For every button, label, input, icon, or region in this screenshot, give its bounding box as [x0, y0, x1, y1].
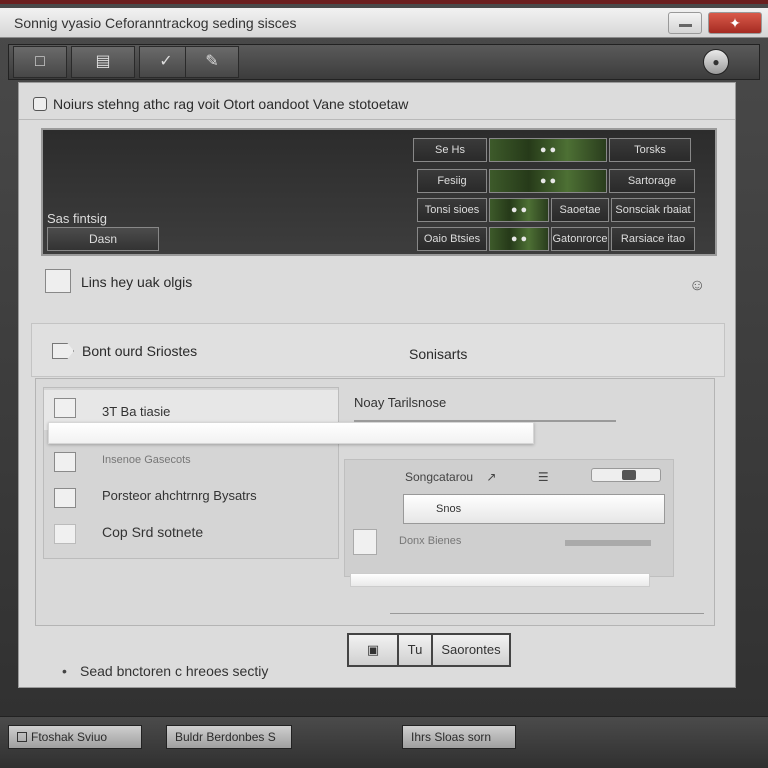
- preview-row[interactable]: Se Hs ● ● Torsks: [413, 138, 691, 162]
- pencil-icon: ✎: [205, 53, 219, 70]
- divider: [354, 420, 616, 422]
- bullet-icon: •: [62, 663, 67, 679]
- preview-row[interactable]: Tonsi sioes ● ● Saoetae Sonsciak rbaiat: [417, 198, 695, 222]
- arrow-icon: ↗: [486, 470, 497, 484]
- list-item-label: Insenoe Gasecots: [102, 454, 191, 466]
- header-icon: [33, 97, 47, 111]
- image-icon: [353, 529, 377, 555]
- row-cell-value: Saoetae: [551, 198, 609, 222]
- details-input[interactable]: Snos: [403, 494, 665, 524]
- icon-button[interactable]: ▣: [347, 633, 399, 667]
- details-row-option[interactable]: Donx Bienes: [353, 529, 462, 555]
- divider: [390, 613, 704, 614]
- dark-area-label: Sas fintsig: [47, 211, 107, 226]
- frame-icon: ▣: [366, 642, 380, 657]
- window-title: Sonnig vyasio Ceforanntrackog seding sis…: [14, 15, 297, 31]
- check-icon: ✓: [159, 53, 173, 70]
- file-icon: [54, 452, 76, 472]
- toolbar-button-list[interactable]: ▤: [71, 46, 135, 78]
- content-box: 3T Ba tiasie Insenoe Gasecots Porsteor a…: [35, 378, 715, 679]
- menu-icon[interactable]: ☰: [538, 470, 549, 484]
- list-item[interactable]: Porsteor ahchtrnrg Bysatrs: [44, 484, 338, 514]
- list-item-label: 3T Ba tiasie: [102, 404, 171, 419]
- row-cell-label: Oaio Btsies: [417, 227, 487, 251]
- toolbar-button-window[interactable]: □: [13, 46, 67, 78]
- list-item[interactable]: Insenoe Gasecots: [44, 450, 338, 480]
- close-button[interactable]: ✦: [708, 12, 762, 34]
- progress-bar: [350, 573, 650, 587]
- slider[interactable]: [565, 540, 651, 546]
- section-left-label: Bont ourd Sriostes: [82, 343, 198, 359]
- list-icon: ▤: [95, 53, 111, 70]
- record-icon: ●: [712, 55, 720, 69]
- smiley-icon[interactable]: ☺: [689, 277, 705, 295]
- share-icon: [54, 524, 76, 544]
- window-icon: □: [35, 53, 45, 70]
- details-row-option-text: Donx Bienes: [399, 535, 462, 547]
- details-inner: Songcatarou ↗ ☰ Snos Donx Bienes: [344, 459, 674, 577]
- list-item[interactable]: Cop Srd sotnete: [44, 520, 338, 550]
- list-item-label: Cop Srd sotnete: [102, 524, 204, 540]
- preview-row[interactable]: Fesiig ● ● Sartorage: [417, 169, 695, 193]
- status-button-3[interactable]: Ihrs Sloas sorn: [402, 725, 516, 749]
- panel-header: Noiurs stehng athc rag voit Otort oandoo…: [33, 96, 408, 112]
- mail-icon: [54, 488, 76, 508]
- row-cell-value: Torsks: [609, 138, 691, 162]
- hint-text: Lins hey uak olgis: [81, 274, 193, 290]
- hint-row: Lins hey uak olgis: [45, 269, 192, 293]
- section-left[interactable]: Bont ourd Sriostes: [52, 343, 197, 359]
- row-cell-label: Tonsi sioes: [417, 198, 487, 222]
- toolbar-round-button[interactable]: ●: [703, 49, 729, 75]
- details-panel: Noay Tarilsnose Songcatarou ↗ ☰ Snos Don…: [342, 387, 704, 614]
- open-button[interactable]: Dasn: [47, 227, 159, 251]
- document-icon: [45, 269, 71, 293]
- options-list: 3T Ba tiasie Insenoe Gasecots Porsteor a…: [43, 387, 339, 559]
- row-thumbnail: ● ●: [489, 169, 607, 193]
- row-cell-label: Se Hs: [413, 138, 487, 162]
- dark-preview-area: Sas fintsig Dasn Se Hs ● ● Torsks Fesiig…: [41, 128, 717, 256]
- details-row-label: Songcatarou ↗ ☰: [405, 470, 549, 484]
- tu-button[interactable]: Tu: [397, 633, 433, 667]
- row-thumbnail: ● ●: [489, 198, 549, 222]
- details-row-text: Songcatarou: [405, 470, 474, 484]
- row-thumbnail: ● ●: [489, 138, 607, 162]
- footer-text: Sead bnctoren c hreoes sectiy: [80, 663, 269, 679]
- status-button-1-label: Ftoshak Sviuo: [31, 730, 108, 744]
- row-cell-value: Gatonrorce: [551, 227, 609, 251]
- main-panel: Noiurs stehng athc rag voit Otort oandoo…: [18, 82, 736, 688]
- status-bar: Ftoshak Sviuo Buldr Berdonbes S Ihrs Slo…: [0, 716, 768, 768]
- details-title: Noay Tarilsnose: [354, 395, 447, 410]
- title-bar: Sonnig vyasio Ceforanntrackog seding sis…: [0, 8, 768, 38]
- panel-header-text: Noiurs stehng athc rag voit Otort oandoo…: [53, 96, 409, 112]
- divider: [19, 119, 735, 120]
- toolbar: □ ▤ ✓ ✎ ●: [8, 44, 760, 80]
- section-header: Bont ourd Sriostes Sonisarts: [31, 323, 725, 377]
- minimize-button[interactable]: [668, 12, 702, 34]
- toolbar-button-edit[interactable]: ✎: [185, 46, 239, 78]
- sources-button[interactable]: Saorontes: [431, 633, 511, 667]
- footer-text-row: • Sead bnctoren c hreoes sectiy: [62, 663, 269, 679]
- row-thumbnail: ● ●: [489, 227, 549, 251]
- app-window: Sonnig vyasio Ceforanntrackog seding sis…: [0, 0, 768, 768]
- list-item-label: Porsteor ahchtrnrg Bysatrs: [102, 488, 257, 503]
- status-button-2[interactable]: Buldr Berdonbes S: [166, 725, 292, 749]
- preview-row[interactable]: Oaio Btsies ● ● Gatonrorce Rarsiace itao: [417, 227, 695, 251]
- close-icon: ✦: [729, 15, 741, 31]
- row-cell-extra: Rarsiace itao: [611, 227, 695, 251]
- status-button-1[interactable]: Ftoshak Sviuo: [8, 725, 142, 749]
- section-right-label: Sonisarts: [409, 346, 468, 362]
- tag-icon: [52, 343, 74, 359]
- row-cell-label: Fesiig: [417, 169, 487, 193]
- row-cell-value: Sartorage: [609, 169, 695, 193]
- row-cell-extra: Sonsciak rbaiat: [611, 198, 695, 222]
- toggle-switch[interactable]: [591, 468, 661, 482]
- folder-icon: [54, 398, 76, 418]
- status-icon: [17, 732, 27, 742]
